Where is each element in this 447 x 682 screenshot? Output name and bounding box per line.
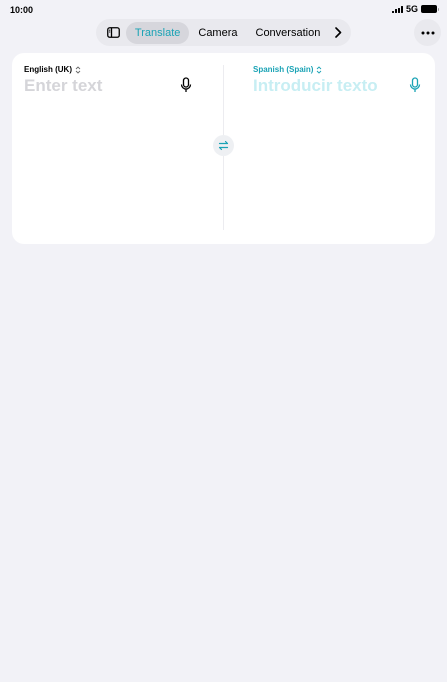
- target-microphone-icon[interactable]: [408, 77, 422, 93]
- signal-icon: [391, 5, 403, 13]
- target-text-output: Introducir texto: [253, 76, 378, 95]
- tab-conversation[interactable]: Conversation: [247, 22, 330, 44]
- target-language-picker[interactable]: Spanish (Spain): [253, 65, 322, 74]
- battery-icon: [421, 5, 439, 13]
- target-language-label: Spanish (Spain): [253, 65, 314, 74]
- status-time: 10:00: [10, 5, 34, 15]
- chevron-right-icon[interactable]: [331, 22, 345, 44]
- source-text-input[interactable]: Enter text: [24, 76, 102, 96]
- tab-translate[interactable]: Translate: [125, 21, 190, 44]
- status-bar: 10:00 5G: [0, 0, 447, 20]
- sidebar-icon[interactable]: [102, 22, 126, 44]
- swap-arrows-icon: [218, 140, 229, 151]
- chevron-up-down-icon: [317, 65, 322, 74]
- source-language-picker[interactable]: English (UK): [24, 65, 81, 74]
- ellipsis-icon: [421, 31, 434, 34]
- status-indicators: 5G: [391, 4, 439, 14]
- source-microphone-icon[interactable]: [179, 77, 193, 93]
- tab-camera[interactable]: Camera: [189, 22, 246, 44]
- network-label: 5G: [405, 4, 418, 14]
- chevron-up-down-icon: [75, 65, 81, 74]
- translation-card: English (UK) Enter text Spanish (Spain) …: [12, 53, 435, 244]
- source-language-label: English (UK): [24, 65, 72, 74]
- mode-segment-bar: Translate Camera Conversation: [96, 19, 351, 46]
- more-options-button[interactable]: [414, 19, 441, 46]
- swap-languages-button[interactable]: [213, 135, 234, 156]
